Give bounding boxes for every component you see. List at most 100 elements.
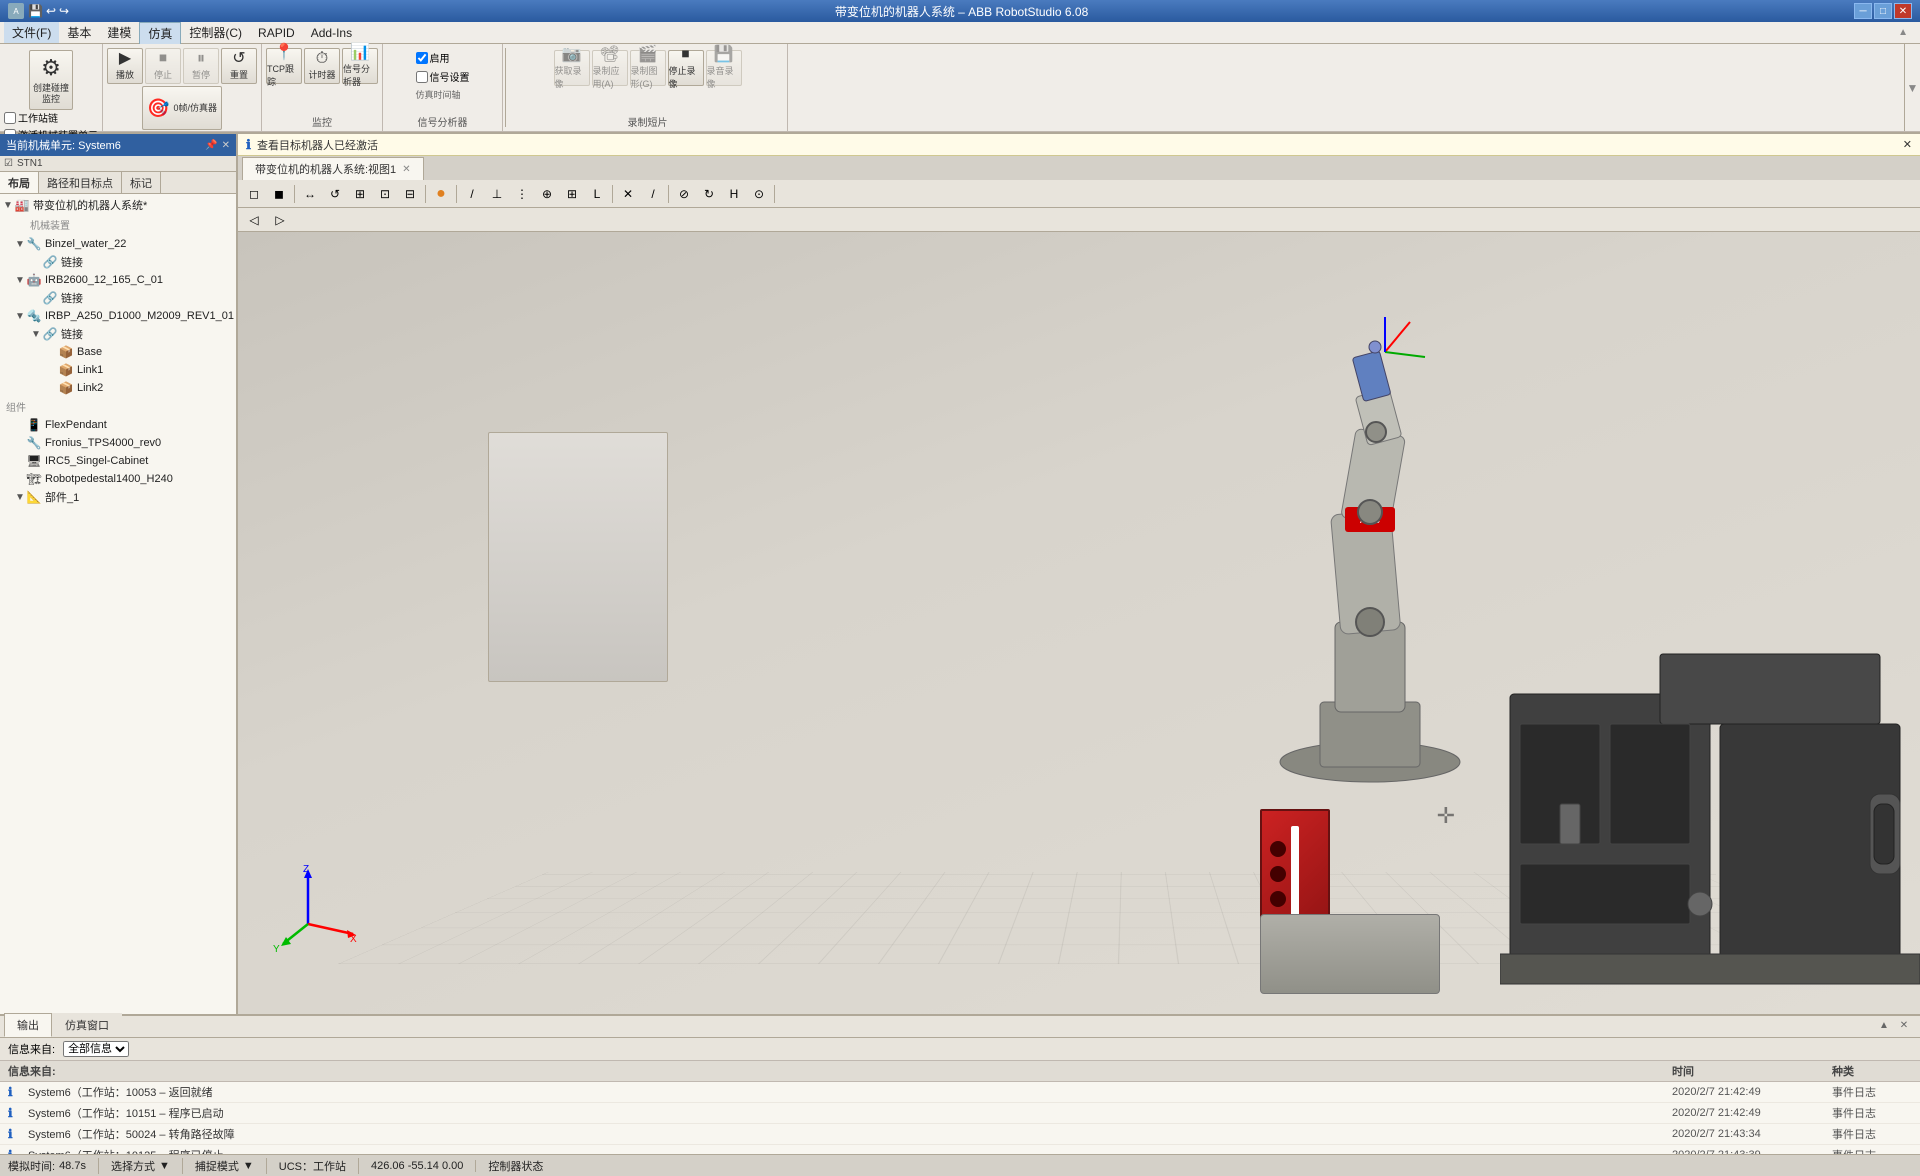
signal-settings-checkbox[interactable] [416,71,428,83]
tree-item-fronius[interactable]: 🔧 Fronius_TPS4000_rev0 [2,434,234,452]
viewport-3d[interactable]: ABB [238,232,1920,1014]
signal-analyze-btn[interactable]: 📊信号分析器 [342,48,378,84]
vt-orbit-btn[interactable]: ↻ [697,183,721,205]
screenshot-btn[interactable]: 📷获取录像 [554,50,590,86]
create-collision-btn[interactable]: ⚙ 创建碰撞监控 [29,50,73,110]
capture-mode-dropdown[interactable]: ▼ [243,1160,254,1172]
tree-item-binzel-link[interactable]: 🔗 链接 [2,253,234,271]
bottom-close-btn[interactable]: ✕ [1896,1017,1912,1033]
panel-pin-btn[interactable]: 📌 [205,140,217,151]
vt-select2-btn[interactable]: ◼ [267,183,291,205]
bottom-float-btn[interactable]: ▲ [1876,1017,1892,1033]
tree-item-irb-link[interactable]: 🔗 链接 [2,289,234,307]
quick-access[interactable]: 💾 ↩ ↪ [28,4,69,18]
tree-item-irbp[interactable]: ▼ 🔩 IRBP_A250_D1000_M2009_REV1_01 [2,307,234,325]
vt-snap2-btn[interactable]: ⋮ [510,183,534,205]
capture-mode-status[interactable]: 捕捉模式 ▼ [195,1158,267,1174]
bt-tab-simwindow[interactable]: 仿真窗口 [52,1013,122,1037]
menu-simulation[interactable]: 仿真 [139,22,181,44]
viewport-tab-close[interactable]: ✕ [402,164,410,175]
enable-check[interactable]: 启用 [416,50,470,65]
tree-item-station[interactable]: ▼ 🏭 带变位机的机器人系统* [2,196,234,214]
signal-settings-check[interactable]: 信号设置 [416,69,470,84]
stop-rec-btn[interactable]: ⏹停止录像 [668,50,704,86]
vt-snap4-btn[interactable]: ⊞ [560,183,584,205]
controller-status[interactable]: 控制器状态 [488,1158,555,1174]
save-rec-btn[interactable]: 💾录音录像 [706,50,742,86]
stop-btn[interactable]: ⏹停止 [145,48,181,84]
tree-item-flexpendant[interactable]: 📱 FlexPendant [2,416,234,434]
tree-item-part1[interactable]: ▼ 📐 部件_1 [2,488,234,506]
vt-select-btn[interactable]: ◻ [242,183,266,205]
sim-target-btn[interactable]: 🎯 0帧/仿真器 [142,86,222,130]
vt-center-btn[interactable]: ● [429,183,453,205]
viewport-tab-main[interactable]: 带变位机的机器人系统:视图1 ✕ [242,157,424,180]
expand-icon-irbp[interactable]: ▼ [14,311,26,322]
rec-view-btn[interactable]: 🎬录制图形(G) [630,50,666,86]
tree-item-irb2600[interactable]: ▼ 🤖 IRB2600_12_165_C_01 [2,271,234,289]
tab-path[interactable]: 路径和目标点 [39,172,122,193]
timer-btn[interactable]: ⏱计时器 [304,48,340,84]
vt-cursor-btn[interactable]: / [460,183,484,205]
log-row-2[interactable]: ℹ System6（工作站：50024 – 转角路径故障 2020/2/7 21… [0,1124,1920,1145]
vt-btn5[interactable]: ⊟ [398,183,422,205]
log-filter-select[interactable]: 全部信息 系统 控制器 用户 [63,1041,129,1057]
tree-item-base[interactable]: 📦 Base [2,343,234,361]
workpiece-checkbox[interactable] [4,112,16,124]
reset-btn[interactable]: ↺重置 [221,48,257,84]
tree-item-link1[interactable]: 📦 Link1 [2,361,234,379]
toolbar-expand-btn[interactable]: ▼ [1904,44,1920,131]
tcp-trace-btn[interactable]: 📍TCP跟踪 [266,48,302,84]
ucs-status[interactable]: UCS：工作站 [279,1158,359,1174]
minimize-button[interactable]: ─ [1854,3,1872,19]
menu-addins[interactable]: Add-Ins [303,24,360,42]
vt-fit-btn[interactable]: H [722,183,746,205]
rec-app-btn[interactable]: 📽录制应用(A) [592,50,628,86]
bt-tab-output[interactable]: 输出 [4,1013,52,1037]
menu-file[interactable]: 文件(F) [4,22,59,43]
vt-scale-btn[interactable]: ⊞ [348,183,372,205]
expand-icon-station[interactable]: ▼ [2,200,14,211]
vt2-btn2[interactable]: ▷ [268,209,292,231]
vt-view1-btn[interactable]: ✕ [616,183,640,205]
menu-basic[interactable]: 基本 [59,22,99,43]
enable-checkbox[interactable] [416,52,428,64]
vt-btn4[interactable]: ⊡ [373,183,397,205]
vt-snap5-btn[interactable]: L [585,183,609,205]
vt-rotate-btn[interactable]: ↺ [323,183,347,205]
workpiece-chain-check[interactable]: 工作站链 [4,110,98,125]
select-mode-dropdown[interactable]: ▼ [159,1160,170,1172]
vt-view2-btn[interactable]: / [641,183,665,205]
vt-snap3-btn[interactable]: ⊕ [535,183,559,205]
log-row-3[interactable]: ℹ System6（工作站：10125 – 程序已停止 2020/2/7 21:… [0,1145,1920,1154]
tree-item-irbp-link[interactable]: ▼ 🔗 链接 [2,325,234,343]
tree-item-binzel[interactable]: ▼ 🔧 Binzel_water_22 [2,235,234,253]
expand-icon-irb2600[interactable]: ▼ [14,275,26,286]
menu-rapid[interactable]: RAPID [250,24,303,42]
menu-modeling[interactable]: 建模 [99,22,139,43]
info-close-btn[interactable]: ✕ [1903,138,1912,151]
vt2-btn1[interactable]: ◁ [242,209,266,231]
tree-item-link2[interactable]: 📦 Link2 [2,379,234,397]
log-row-1[interactable]: ℹ System6（工作站：10151 – 程序已启动 2020/2/7 21:… [0,1103,1920,1124]
vt-snap1-btn[interactable]: ⊥ [485,183,509,205]
tree-item-mechanism[interactable]: 机械装置 [2,214,234,235]
pause-btn[interactable]: ⏸暂停 [183,48,219,84]
log-row-0[interactable]: ℹ System6（工作站：10053 – 返回就绪 2020/2/7 21:4… [0,1082,1920,1103]
vt-move-btn[interactable]: ↔ [298,183,322,205]
vt-dim-btn[interactable]: ⊘ [672,183,696,205]
panel-close-btn[interactable]: ✕ [222,140,230,151]
expand-part1[interactable]: ▼ [14,492,26,503]
tree-item-robotpedestal[interactable]: 🏗 Robotpedestal1400_H240 [2,470,234,488]
close-button[interactable]: ✕ [1894,3,1912,19]
ribbon-collapse[interactable]: ▲ [1890,27,1916,38]
vt-more1-btn[interactable]: ⊙ [747,183,771,205]
playback-btn[interactable]: ▶播放 [107,48,143,84]
tree-item-irc5[interactable]: 🖥 IRC5_Singel-Cabinet [2,452,234,470]
maximize-button[interactable]: □ [1874,3,1892,19]
expand-icon-irbp-link[interactable]: ▼ [30,329,42,340]
tab-marks[interactable]: 标记 [122,172,161,193]
select-mode-status[interactable]: 选择方式 ▼ [111,1158,183,1174]
menu-controller[interactable]: 控制器(C) [181,22,250,43]
expand-icon-binzel[interactable]: ▼ [14,239,26,250]
